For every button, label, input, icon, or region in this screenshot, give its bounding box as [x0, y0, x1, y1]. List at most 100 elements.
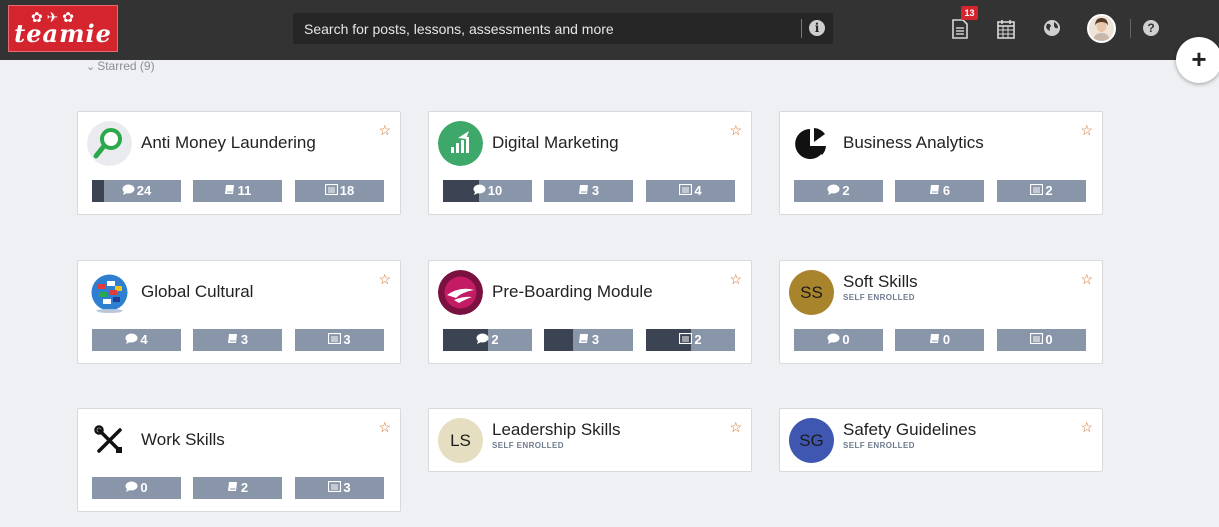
- stat-content: 2: [997, 180, 1086, 202]
- stat-list[interactable]: 3: [295, 329, 384, 351]
- stat-content: 0: [895, 329, 984, 351]
- course-card[interactable]: SS Soft Skills SELF ENROLLED ☆ 0 0 0: [779, 260, 1103, 364]
- notes-icon[interactable]: [950, 18, 970, 40]
- stat-count: 2: [694, 332, 702, 347]
- stat-comment[interactable]: 24: [92, 180, 181, 202]
- book-icon: [929, 330, 941, 351]
- teamie-logo[interactable]: ✿ ✈ ✿ teamie: [8, 5, 118, 52]
- stat-comment[interactable]: 2: [794, 180, 883, 202]
- stat-list[interactable]: 3: [295, 477, 384, 499]
- comment-icon: [827, 181, 840, 202]
- pie-chart-icon: [789, 121, 834, 166]
- stat-count: 0: [140, 480, 148, 495]
- course-title[interactable]: Business Analytics: [843, 133, 984, 153]
- stat-comment[interactable]: 2: [443, 329, 532, 351]
- stat-list[interactable]: 4: [646, 180, 735, 202]
- course-card[interactable]: Global Cultural ☆ 4 3 3: [77, 260, 401, 364]
- stat-comment[interactable]: 10: [443, 180, 532, 202]
- course-title[interactable]: Pre-Boarding Module: [492, 282, 653, 302]
- stat-content: 2: [193, 477, 282, 499]
- stat-content: 3: [295, 329, 384, 351]
- course-stats: 10 3 4: [443, 180, 737, 202]
- user-avatar[interactable]: [1087, 14, 1116, 43]
- stat-content: 18: [295, 180, 384, 202]
- course-title[interactable]: Digital Marketing: [492, 133, 619, 153]
- stat-count: 4: [140, 332, 148, 347]
- stat-book[interactable]: 3: [193, 329, 282, 351]
- book-icon: [224, 181, 236, 202]
- star-icon[interactable]: ☆: [729, 122, 742, 139]
- stat-content: 24: [92, 180, 181, 202]
- course-stats: 24 11 18: [92, 180, 386, 202]
- stat-content: 4: [646, 180, 735, 202]
- course-card[interactable]: Pre-Boarding Module ☆ 2 3 2: [428, 260, 752, 364]
- stat-count: 0: [1045, 332, 1053, 347]
- course-title[interactable]: Safety Guidelines: [843, 420, 976, 440]
- star-icon[interactable]: ☆: [378, 271, 391, 288]
- logo-text: teamie: [14, 19, 112, 48]
- toolbar-divider: [1130, 19, 1131, 38]
- course-title[interactable]: Anti Money Laundering: [141, 133, 316, 153]
- course-card[interactable]: SG Safety Guidelines SELF ENROLLED ☆: [779, 408, 1103, 472]
- stat-list[interactable]: 0: [997, 329, 1086, 351]
- notification-badge: 13: [961, 6, 978, 20]
- search-input[interactable]: [293, 13, 798, 44]
- stat-book[interactable]: 6: [895, 180, 984, 202]
- stat-count: 2: [491, 332, 499, 347]
- stat-count: 24: [136, 183, 152, 198]
- star-icon[interactable]: ☆: [729, 419, 742, 436]
- stat-count: 0: [942, 332, 951, 347]
- course-card[interactable]: Anti Money Laundering ☆ 24 11 18: [77, 111, 401, 215]
- globe-icon[interactable]: [1042, 18, 1062, 40]
- course-title[interactable]: Work Skills: [141, 430, 225, 450]
- comment-icon: [476, 330, 489, 351]
- add-button[interactable]: +: [1176, 37, 1219, 83]
- stat-book[interactable]: 11: [193, 180, 282, 202]
- course-card[interactable]: Digital Marketing ☆ 10 3 4: [428, 111, 752, 215]
- stat-count: 6: [942, 183, 951, 198]
- stat-content: 2: [646, 329, 735, 351]
- stat-comment[interactable]: 0: [92, 477, 181, 499]
- starred-section-toggle[interactable]: ⌄ Starred (9): [86, 59, 155, 73]
- star-icon[interactable]: ☆: [729, 271, 742, 288]
- starred-label: Starred (9): [97, 59, 155, 73]
- stat-comment[interactable]: 0: [794, 329, 883, 351]
- stat-list[interactable]: 2: [646, 329, 735, 351]
- enrollment-status: SELF ENROLLED: [492, 441, 564, 450]
- course-title[interactable]: Global Cultural: [141, 282, 253, 302]
- stat-book[interactable]: 2: [193, 477, 282, 499]
- star-icon[interactable]: ☆: [1080, 419, 1093, 436]
- stat-count: 3: [343, 480, 351, 495]
- stat-count: 18: [339, 183, 355, 198]
- course-title[interactable]: Leadership Skills: [492, 420, 621, 440]
- info-icon[interactable]: i: [809, 20, 825, 36]
- search-divider: [801, 19, 802, 38]
- course-card[interactable]: LS Leadership Skills SELF ENROLLED ☆: [428, 408, 752, 472]
- course-card[interactable]: Business Analytics ☆ 2 6 2: [779, 111, 1103, 215]
- list-icon: [328, 330, 342, 351]
- stat-comment[interactable]: 4: [92, 329, 181, 351]
- star-icon[interactable]: ☆: [1080, 271, 1093, 288]
- list-icon: [679, 330, 693, 351]
- stat-list[interactable]: 18: [295, 180, 384, 202]
- calendar-icon[interactable]: [996, 18, 1016, 40]
- star-icon[interactable]: ☆: [378, 122, 391, 139]
- stat-book[interactable]: 3: [544, 180, 633, 202]
- star-icon[interactable]: ☆: [1080, 122, 1093, 139]
- stat-book[interactable]: 3: [544, 329, 633, 351]
- course-stats: 2 6 2: [794, 180, 1088, 202]
- help-icon[interactable]: ?: [1143, 20, 1159, 36]
- star-icon[interactable]: ☆: [378, 419, 391, 436]
- stat-content: 2: [794, 180, 883, 202]
- course-card[interactable]: Work Skills ☆ 0 2 3: [77, 408, 401, 512]
- course-title[interactable]: Soft Skills: [843, 272, 918, 292]
- comment-icon: [125, 330, 138, 351]
- stat-count: 3: [343, 332, 351, 347]
- airline-logo-icon: [438, 270, 483, 315]
- course-stats: 2 3 2: [443, 329, 737, 351]
- course-initials-avatar: SG: [789, 418, 834, 463]
- stat-list[interactable]: 2: [997, 180, 1086, 202]
- list-icon: [328, 478, 342, 499]
- enrollment-status: SELF ENROLLED: [843, 293, 915, 302]
- stat-book[interactable]: 0: [895, 329, 984, 351]
